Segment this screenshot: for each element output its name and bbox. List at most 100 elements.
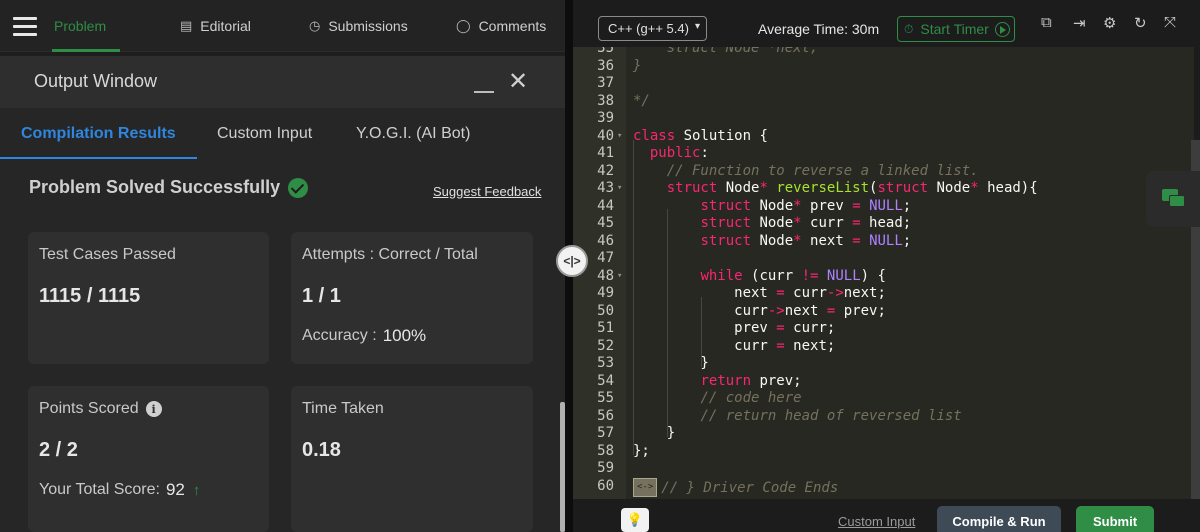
tab-problem[interactable]: Problem: [51, 0, 121, 52]
code-line[interactable]: 59: [573, 460, 1194, 478]
tab-comments[interactable]: ◯ Comments: [456, 0, 546, 52]
language-value: C++ (g++ 5.4): [608, 21, 689, 36]
code-line[interactable]: 35 struct Node *next;: [573, 47, 1194, 58]
line-number: 36: [597, 57, 614, 74]
code-line[interactable]: 52 curr = next;: [573, 338, 1194, 356]
code-line[interactable]: 56 // return head of reversed list: [573, 408, 1194, 426]
line-number: 60: [597, 477, 614, 494]
fold-arrow-icon[interactable]: ▾: [617, 268, 622, 286]
fullscreen-icon[interactable]: ⤧: [1164, 14, 1176, 31]
code-line[interactable]: 43 ▾ struct Node* reverseList(struct Node…: [573, 180, 1194, 198]
line-number: 51: [597, 320, 614, 336]
code-line[interactable]: 54 return prev;: [573, 373, 1194, 391]
language-select[interactable]: C++ (g++ 5.4) ▾: [598, 16, 707, 41]
line-number: 56: [597, 407, 614, 424]
tab-compilation-results[interactable]: Compilation Results: [21, 125, 176, 143]
menu-icon[interactable]: [13, 17, 37, 37]
line-number: 38: [597, 92, 614, 109]
code-line[interactable]: 36}: [573, 58, 1194, 76]
code-line[interactable]: 42 // Function to reverse a linked list.: [573, 163, 1194, 181]
tab-yogi-ai-bot[interactable]: Y.O.G.I. (AI Bot): [356, 125, 470, 143]
line-number: 49: [597, 285, 614, 301]
line-number: 44: [597, 197, 614, 214]
output-window: Output Window ✕ Compilation Results Cust…: [0, 56, 565, 532]
line-number: 59: [597, 460, 614, 476]
minimize-icon[interactable]: [474, 91, 494, 93]
code-text: };: [633, 442, 650, 459]
editor-pane: C++ (g++ 5.4) ▾ Average Time: 30m ⏱ Star…: [573, 0, 1200, 532]
attempts-card: Attempts : Correct / Total 1 / 1 Accurac…: [291, 232, 533, 364]
code-line[interactable]: 45 struct Node* curr = head;: [573, 215, 1194, 233]
code-text: struct Node* reverseList(struct Node* he…: [666, 180, 1038, 196]
test-cases-value: 1115 / 1115: [39, 285, 141, 307]
document-icon: ▤: [180, 18, 193, 33]
editor-toolbar: C++ (g++ 5.4) ▾ Average Time: 30m ⏱ Star…: [573, 0, 1200, 52]
active-tab-underline: [0, 157, 197, 159]
code-line[interactable]: 49 next = curr->next;: [573, 285, 1194, 303]
points-label-row: Points Scored i: [39, 400, 162, 418]
code-editor[interactable]: 35 struct Node *next; 36} 37 38 */39 40 ▾ class…: [573, 47, 1194, 499]
line-number: 42: [597, 162, 614, 179]
time-taken-label: Time Taken: [302, 400, 384, 417]
code-text: struct Node* curr = head;: [700, 215, 912, 231]
start-timer-button[interactable]: ⏱ Start Timer: [897, 16, 1015, 42]
code-line[interactable]: 37: [573, 75, 1194, 93]
code-line[interactable]: 58};: [573, 443, 1194, 461]
code-line[interactable]: 39: [573, 110, 1194, 128]
chat-bubble-shape: [1169, 195, 1185, 207]
code-line[interactable]: 44 struct Node* prev = NULL;: [573, 198, 1194, 216]
suggest-feedback-link[interactable]: Suggest Feedback: [433, 184, 541, 199]
reset-icon[interactable]: ↻: [1134, 14, 1147, 32]
test-cases-label: Test Cases Passed: [39, 246, 176, 263]
points-card: Points Scored i 2 / 2 Your Total Score: …: [28, 386, 269, 532]
code-text: <->// } Driver Code Ends: [633, 477, 838, 497]
code-line[interactable]: 53 }: [573, 355, 1194, 373]
total-score-row: Your Total Score: 92 ↑: [39, 480, 200, 500]
attempts-value: 1 / 1: [302, 285, 341, 307]
line-number: 43: [597, 180, 614, 196]
code-line[interactable]: 51 prev = curr;: [573, 320, 1194, 338]
code-text: struct Node* prev = NULL;: [700, 197, 912, 214]
code-line[interactable]: 55 // code here: [573, 390, 1194, 408]
comment-icon: ◯: [456, 18, 471, 33]
accuracy-label: Accuracy :: [302, 327, 377, 344]
fold-arrow-icon[interactable]: ▾: [617, 180, 622, 198]
code-text: */: [633, 92, 650, 109]
exit-icon[interactable]: ⇥: [1073, 14, 1086, 32]
code-line[interactable]: 47: [573, 250, 1194, 268]
code-line[interactable]: 57 }: [573, 425, 1194, 443]
code-text: }: [633, 57, 642, 74]
tab-editorial[interactable]: ▤ Editorial: [180, 0, 251, 52]
code-text: // Function to reverse a linked list.: [666, 162, 979, 179]
code-line[interactable]: 40 ▾ class Solution {: [573, 128, 1194, 146]
compile-run-button[interactable]: Compile & Run: [937, 506, 1061, 532]
play-icon: [995, 22, 1010, 37]
custom-input-link[interactable]: Custom Input: [838, 514, 915, 529]
resize-handle-icon[interactable]: <|>: [556, 245, 588, 277]
tab-custom-input[interactable]: Custom Input: [217, 125, 312, 143]
tab-submissions-label: Submissions: [328, 18, 408, 34]
chat-icon[interactable]: [1146, 171, 1200, 227]
lightbulb-icon[interactable]: 💡: [621, 508, 649, 532]
code-line[interactable]: 48 ▾ while (curr != NULL) {: [573, 268, 1194, 286]
submit-button[interactable]: Submit: [1076, 506, 1154, 532]
fold-arrow-icon[interactable]: ▾: [617, 128, 622, 146]
line-number: 58: [597, 442, 614, 459]
copy-icon[interactable]: ⧉: [1041, 14, 1052, 31]
info-icon[interactable]: i: [145, 401, 162, 417]
gear-icon[interactable]: ⚙: [1103, 14, 1116, 32]
code-line[interactable]: 60 <->// } Driver Code Ends: [573, 477, 1194, 497]
code-text: curr->next = prev;: [633, 302, 886, 319]
code-line[interactable]: 38 */: [573, 93, 1194, 111]
code-text: // return head of reversed list: [700, 407, 962, 424]
close-icon[interactable]: ✕: [508, 70, 528, 94]
code-line[interactable]: 46 struct Node* next = NULL;: [573, 233, 1194, 251]
code-line[interactable]: 50 curr->next = prev;: [573, 303, 1194, 321]
line-number: 57: [597, 425, 614, 441]
points-value: 2 / 2: [39, 439, 78, 461]
code-text: }: [633, 425, 676, 441]
status-text: Problem Solved Successfully: [29, 177, 281, 197]
code-line[interactable]: 41 public:: [573, 145, 1194, 163]
tab-submissions[interactable]: ◷ Submissions: [309, 0, 408, 52]
output-tabs: Compilation Results Custom Input Y.O.G.I…: [0, 108, 565, 160]
